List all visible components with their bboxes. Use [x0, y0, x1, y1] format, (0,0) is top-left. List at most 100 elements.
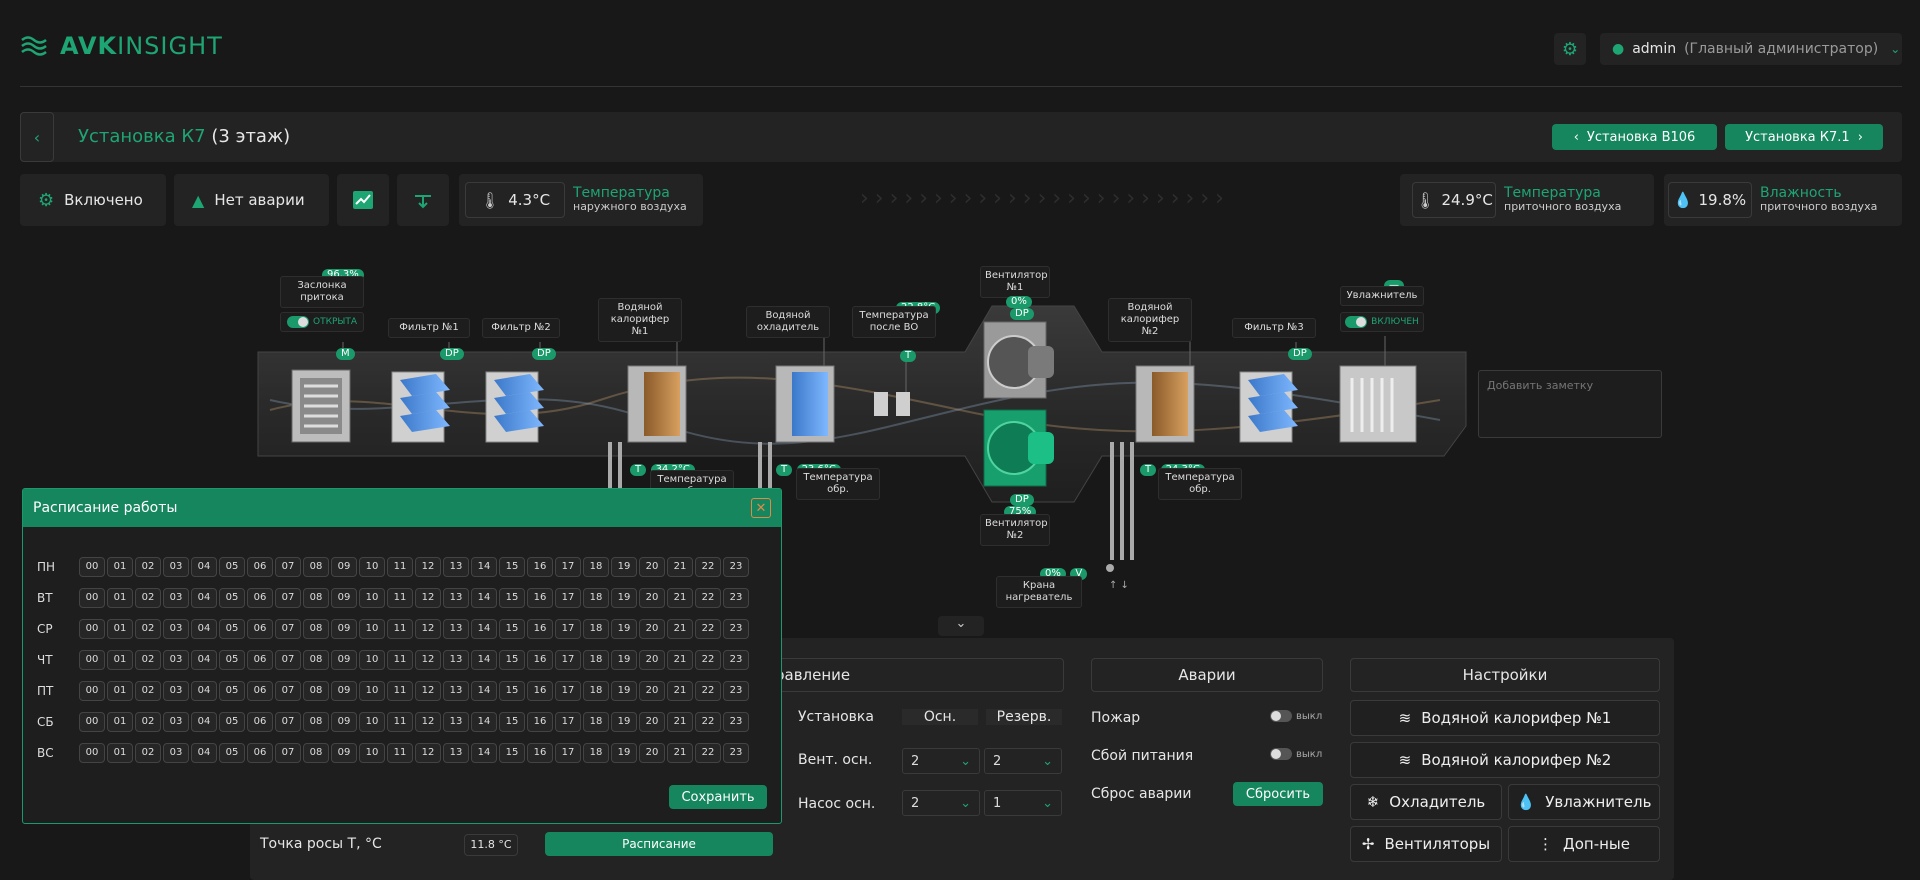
- schedule-hour-chip[interactable]: 19: [611, 649, 637, 670]
- schedule-hour-chip[interactable]: 02: [135, 742, 161, 763]
- schedule-hour-chip[interactable]: 16: [527, 587, 553, 608]
- fan-main-select[interactable]: 2 ⌄: [902, 748, 980, 774]
- schedule-hour-chip[interactable]: 05: [219, 680, 245, 701]
- schedule-hour-chip[interactable]: 22: [695, 711, 721, 732]
- schedule-hour-chip[interactable]: 14: [471, 649, 497, 670]
- schedule-hour-chip[interactable]: 10: [359, 711, 385, 732]
- schedule-hour-chip[interactable]: 04: [191, 587, 217, 608]
- schedule-hour-chip[interactable]: 04: [191, 618, 217, 639]
- schedule-hour-chip[interactable]: 16: [527, 649, 553, 670]
- schedule-hour-chip[interactable]: 12: [415, 711, 441, 732]
- schedule-hour-chip[interactable]: 03: [163, 680, 189, 701]
- control-tab[interactable]: равление: [760, 658, 1064, 692]
- schedule-hour-chip[interactable]: 20: [639, 649, 665, 670]
- humidifier-settings-button[interactable]: 💧 Увлажнитель: [1508, 784, 1660, 820]
- schedule-hour-chip[interactable]: 21: [667, 649, 693, 670]
- fans-settings-button[interactable]: ✢ Вентиляторы: [1350, 826, 1502, 862]
- schedule-hour-chip[interactable]: 18: [583, 711, 609, 732]
- pump-main-select[interactable]: 2 ⌄: [902, 790, 980, 816]
- schedule-hour-chip[interactable]: 13: [443, 649, 469, 670]
- schedule-hour-chip[interactable]: 06: [247, 680, 273, 701]
- schedule-hour-chip[interactable]: 05: [219, 587, 245, 608]
- fire-toggle[interactable]: выкл: [1270, 710, 1322, 722]
- schedule-hour-chip[interactable]: 22: [695, 742, 721, 763]
- schedule-hour-chip[interactable]: 17: [555, 587, 581, 608]
- schedule-hour-chip[interactable]: 11: [387, 711, 413, 732]
- schedule-hour-chip[interactable]: 06: [247, 649, 273, 670]
- schedule-hour-chip[interactable]: 01: [107, 711, 133, 732]
- schedule-hour-chip[interactable]: 04: [191, 742, 217, 763]
- schedule-hour-chip[interactable]: 07: [275, 742, 301, 763]
- schedule-hour-chip[interactable]: 15: [499, 649, 525, 670]
- schedule-hour-chip[interactable]: 12: [415, 556, 441, 577]
- schedule-hour-chip[interactable]: 20: [639, 680, 665, 701]
- schedule-hour-chip[interactable]: 13: [443, 711, 469, 732]
- schedule-hour-chip[interactable]: 08: [303, 556, 329, 577]
- schedule-hour-chip[interactable]: 18: [583, 742, 609, 763]
- schedule-hour-chip[interactable]: 00: [79, 649, 105, 670]
- schedule-hour-chip[interactable]: 21: [667, 711, 693, 732]
- schedule-save-button[interactable]: Сохранить: [669, 785, 767, 809]
- schedule-hour-chip[interactable]: 04: [191, 649, 217, 670]
- schedule-hour-chip[interactable]: 20: [639, 711, 665, 732]
- schedule-hour-chip[interactable]: 20: [639, 556, 665, 577]
- schedule-hour-chip[interactable]: 13: [443, 742, 469, 763]
- schedule-hour-chip[interactable]: 12: [415, 587, 441, 608]
- schedule-hour-chip[interactable]: 20: [639, 742, 665, 763]
- schedule-hour-chip[interactable]: 05: [219, 556, 245, 577]
- schedule-hour-chip[interactable]: 18: [583, 587, 609, 608]
- schedule-hour-chip[interactable]: 11: [387, 556, 413, 577]
- schedule-hour-chip[interactable]: 19: [611, 742, 637, 763]
- schedule-hour-chip[interactable]: 10: [359, 742, 385, 763]
- schedule-hour-chip[interactable]: 15: [499, 680, 525, 701]
- schedule-button[interactable]: Расписание: [545, 832, 773, 856]
- schedule-hour-chip[interactable]: 17: [555, 649, 581, 670]
- schedule-hour-chip[interactable]: 07: [275, 618, 301, 639]
- schedule-hour-chip[interactable]: 02: [135, 587, 161, 608]
- schedule-hour-chip[interactable]: 11: [387, 587, 413, 608]
- damper-toggle[interactable]: ОТКРЫТА: [280, 312, 364, 332]
- schedule-hour-chip[interactable]: 14: [471, 618, 497, 639]
- schedule-hour-chip[interactable]: 07: [275, 680, 301, 701]
- schedule-hour-chip[interactable]: 13: [443, 618, 469, 639]
- schedule-hour-chip[interactable]: 16: [527, 618, 553, 639]
- schedule-hour-chip[interactable]: 01: [107, 618, 133, 639]
- schedule-hour-chip[interactable]: 08: [303, 649, 329, 670]
- schedule-hour-chip[interactable]: 18: [583, 556, 609, 577]
- schedule-hour-chip[interactable]: 00: [79, 711, 105, 732]
- schedule-hour-chip[interactable]: 11: [387, 649, 413, 670]
- schedule-hour-chip[interactable]: 10: [359, 556, 385, 577]
- schedule-hour-chip[interactable]: 17: [555, 711, 581, 732]
- schedule-hour-chip[interactable]: 22: [695, 649, 721, 670]
- schedule-hour-chip[interactable]: 15: [499, 618, 525, 639]
- schedule-hour-chip[interactable]: 21: [667, 618, 693, 639]
- schedule-hour-chip[interactable]: 09: [331, 649, 357, 670]
- schedule-hour-chip[interactable]: 15: [499, 587, 525, 608]
- schedule-hour-chip[interactable]: 19: [611, 680, 637, 701]
- schedule-hour-chip[interactable]: 08: [303, 618, 329, 639]
- schedule-hour-chip[interactable]: 01: [107, 556, 133, 577]
- schedule-hour-chip[interactable]: 09: [331, 680, 357, 701]
- schedule-hour-chip[interactable]: 14: [471, 680, 497, 701]
- schedule-hour-chip[interactable]: 02: [135, 556, 161, 577]
- schedule-hour-chip[interactable]: 10: [359, 618, 385, 639]
- cooler-settings-button[interactable]: ❄ Охладитель: [1350, 784, 1502, 820]
- schedule-hour-chip[interactable]: 15: [499, 742, 525, 763]
- schedule-hour-chip[interactable]: 23: [723, 587, 749, 608]
- schedule-hour-chip[interactable]: 06: [247, 587, 273, 608]
- schedule-hour-chip[interactable]: 12: [415, 742, 441, 763]
- schedule-hour-chip[interactable]: 06: [247, 556, 273, 577]
- schedule-hour-chip[interactable]: 02: [135, 618, 161, 639]
- schedule-hour-chip[interactable]: 22: [695, 680, 721, 701]
- schedule-hour-chip[interactable]: 03: [163, 587, 189, 608]
- schedule-hour-chip[interactable]: 06: [247, 711, 273, 732]
- collapse-toggle[interactable]: ⌄: [938, 616, 984, 636]
- schedule-hour-chip[interactable]: 16: [527, 711, 553, 732]
- schedule-hour-chip[interactable]: 10: [359, 649, 385, 670]
- schedule-hour-chip[interactable]: 12: [415, 680, 441, 701]
- schedule-hour-chip[interactable]: 21: [667, 587, 693, 608]
- fan-reserve-select[interactable]: 2 ⌄: [984, 748, 1062, 774]
- heater1-settings-button[interactable]: ≋ Водяной калорифер №1: [1350, 700, 1660, 736]
- schedule-hour-chip[interactable]: 16: [527, 742, 553, 763]
- schedule-hour-chip[interactable]: 05: [219, 742, 245, 763]
